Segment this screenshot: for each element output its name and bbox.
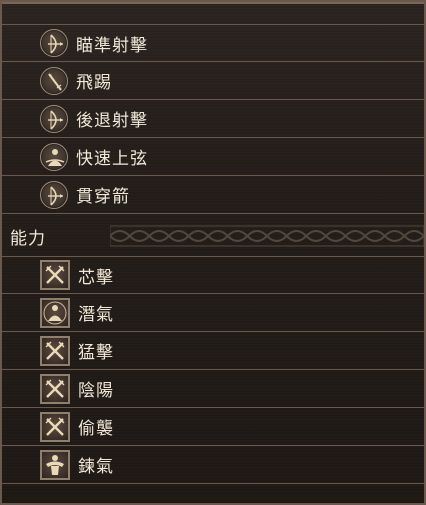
spear-icon bbox=[40, 66, 68, 95]
ability-row-hidden-qi[interactable]: 潛氣 bbox=[2, 294, 424, 332]
panel-top-border bbox=[2, 2, 424, 4]
ability-label: 鍊氣 bbox=[78, 457, 114, 477]
ability-label: 芯擊 bbox=[78, 267, 114, 288]
bow-icon bbox=[40, 104, 68, 133]
crossed-swords-icon bbox=[40, 373, 70, 404]
ability-label: 猛擊 bbox=[78, 343, 114, 363]
skills-list: 瞄準射擊 飛踢 後退射擊 快速上弦 貫穿箭 bbox=[2, 24, 424, 214]
crossed-swords-icon bbox=[40, 335, 70, 366]
skill-label: 貫穿箭 bbox=[76, 187, 130, 207]
bow-icon bbox=[40, 29, 68, 57]
ability-label: 偷襲 bbox=[78, 419, 114, 439]
skill-label: 後退射擊 bbox=[76, 111, 148, 131]
skill-label: 瞄準射擊 bbox=[76, 35, 148, 56]
abilities-list: 芯擊 潛氣 猛擊 陰陽 偷襲 鍊氣 bbox=[2, 256, 424, 484]
skill-list-panel: 瞄準射擊 飛踢 後退射擊 快速上弦 貫穿箭 能力 芯擊 潛氣 猛擊 陰陽 偷襲 … bbox=[0, 0, 426, 505]
meditation-icon bbox=[40, 142, 68, 171]
section-title: 能力 bbox=[10, 228, 46, 249]
muscle-icon bbox=[40, 449, 70, 480]
abilities-section-header: 能力 bbox=[2, 216, 425, 256]
ability-row-yin-yang[interactable]: 陰陽 bbox=[2, 370, 424, 408]
ability-row-heavy-strike[interactable]: 猛擊 bbox=[2, 332, 424, 370]
skill-row-aimed-shot[interactable]: 瞄準射擊 bbox=[2, 24, 424, 62]
skill-label: 快速上弦 bbox=[76, 149, 148, 169]
celtic-knot-ornament bbox=[109, 224, 425, 248]
crossed-swords-icon bbox=[40, 411, 70, 442]
crossed-swords-icon bbox=[40, 260, 70, 290]
ability-label: 潛氣 bbox=[78, 305, 114, 325]
skill-label: 飛踢 bbox=[76, 73, 112, 93]
skill-row-retreat-shot[interactable]: 後退射擊 bbox=[2, 100, 424, 138]
ability-row-refine-qi[interactable]: 鍊氣 bbox=[2, 446, 424, 484]
ability-row-core-strike[interactable]: 芯擊 bbox=[2, 256, 424, 294]
meditation-icon bbox=[40, 297, 70, 328]
ability-row-sneak-attack[interactable]: 偷襲 bbox=[2, 408, 424, 446]
skill-row-quick-draw[interactable]: 快速上弦 bbox=[2, 138, 424, 176]
bow-icon bbox=[40, 180, 68, 209]
skill-row-piercing-arrow[interactable]: 貫穿箭 bbox=[2, 176, 424, 214]
skill-row-flying-kick[interactable]: 飛踢 bbox=[2, 62, 424, 100]
ability-label: 陰陽 bbox=[78, 381, 114, 401]
